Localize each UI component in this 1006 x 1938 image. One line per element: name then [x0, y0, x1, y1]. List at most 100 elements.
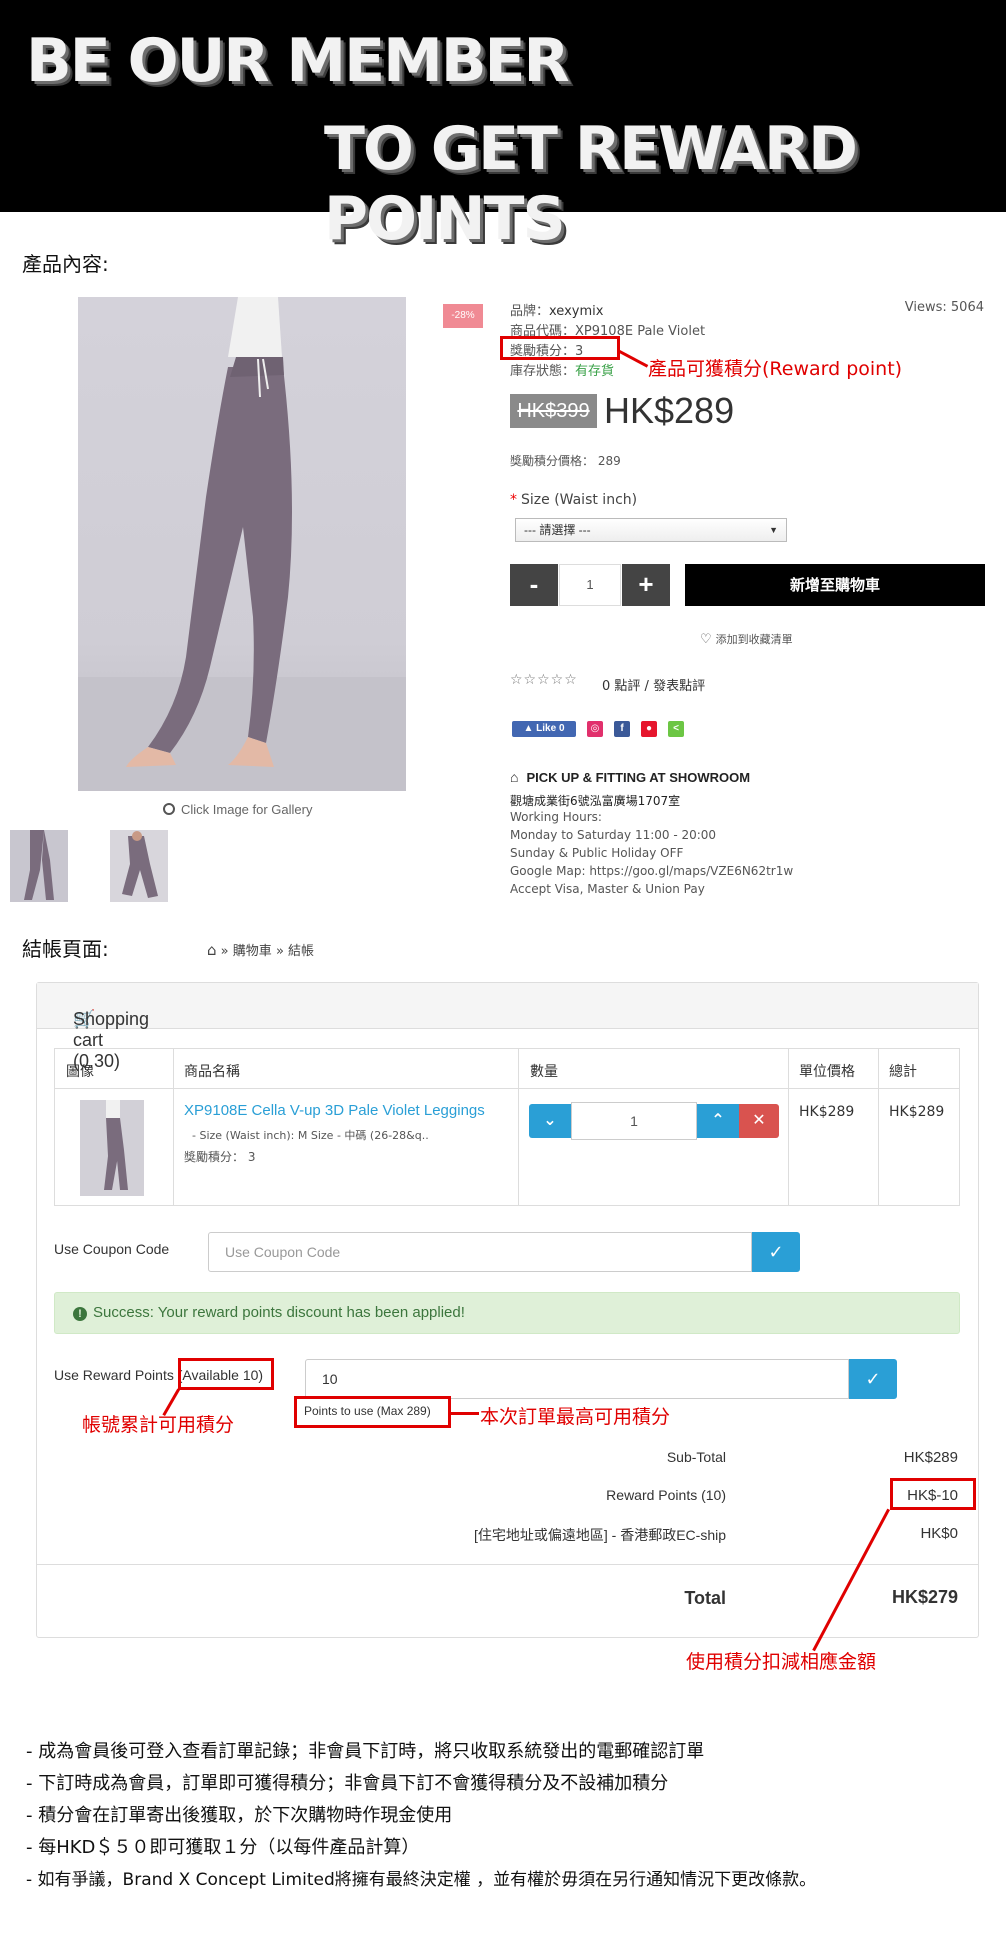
views-count: Views: 5064: [904, 300, 984, 315]
product-main-image[interactable]: [78, 297, 406, 791]
check-icon: ✓: [865, 1369, 881, 1389]
size-select[interactable]: --- 請選擇 --- ▼: [515, 518, 787, 542]
note-line: - 如有爭議，Brand X Concept Limited將擁有最終決定權 ，…: [26, 1870, 817, 1890]
qty-decrease-button[interactable]: ⌄: [529, 1104, 571, 1138]
reward-arrow: [618, 350, 649, 368]
exclamation-icon: !: [73, 1307, 87, 1321]
gallery-hint[interactable]: Click Image for Gallery: [163, 802, 312, 817]
holiday-hours: Sunday & Public Holiday OFF: [510, 846, 684, 860]
coupon-label: Use Coupon Code: [54, 1241, 170, 1257]
header-image: 圖像: [66, 1064, 94, 1080]
deduct-annotation: 使用積分扣減相應金額: [686, 1651, 877, 1673]
facebook-icon[interactable]: f: [614, 721, 630, 737]
qty-plus-button[interactable]: +: [622, 564, 670, 606]
reward-highlight-box: [500, 336, 620, 360]
note-line: - 積分會在訂單寄出後獲取，於下次購物時作現金使用: [26, 1805, 453, 1826]
qty-increase-button[interactable]: ⌃: [697, 1104, 739, 1138]
cart-item-name[interactable]: XP9108E Cella V-up 3D Pale Violet Leggin…: [184, 1102, 485, 1119]
reward-points-input[interactable]: 10: [305, 1359, 849, 1399]
close-icon: ✕: [752, 1112, 766, 1129]
check-icon: ✓: [768, 1242, 784, 1262]
weibo-icon[interactable]: ●: [641, 721, 657, 737]
product-thumbnail-1[interactable]: [10, 830, 68, 902]
showroom-address: 觀塘成業街6號泓富廣場1707室: [510, 794, 681, 808]
totals-divider: [37, 1564, 978, 1565]
qty-minus-button[interactable]: -: [510, 564, 558, 606]
column-divider: [878, 1048, 879, 1206]
note-line: - 成為會員後可登入查看訂單記錄；非會員下訂時，將只收取系統發出的電郵確認訂單: [26, 1741, 705, 1762]
column-divider: [788, 1048, 789, 1206]
max-arrow: [451, 1412, 479, 1415]
shipping-label: [住宅地址或偏遠地區] - 香港郵政EC-ship: [473, 1527, 726, 1543]
available-highlight-box: [178, 1358, 274, 1390]
available-annotation: 帳號累計可用積分: [82, 1414, 235, 1436]
grand-total-value: HK$279: [891, 1587, 958, 1607]
original-price: HK$399: [510, 394, 597, 428]
banner-line-2: TO GET REWARD POINTS: [324, 114, 858, 254]
thumbs-up-icon: ▲: [523, 723, 537, 734]
remove-item-button[interactable]: ✕: [739, 1104, 779, 1138]
subtotal-label: Sub-Total: [666, 1449, 726, 1465]
points-help-text: Points to use (Max 289): [304, 1404, 431, 1418]
banner-line-1: BE OUR MEMBER: [26, 26, 570, 96]
zoom-icon: [163, 803, 175, 815]
apply-coupon-button[interactable]: ✓: [752, 1232, 800, 1272]
cart-item-reward: 獎勵積分： 3: [184, 1150, 256, 1164]
product-section-label: 產品內容:: [22, 252, 109, 276]
product-thumbnail-2[interactable]: [110, 830, 168, 902]
max-use-annotation: 本次訂單最高可用積分: [480, 1406, 671, 1428]
header-total: 總計: [889, 1064, 917, 1080]
note-line: - 每HKD＄５０即可獲取１分（以每件產品計算）: [26, 1837, 420, 1858]
reward-price: 獎勵積分價格： 289: [510, 454, 621, 468]
deduct-highlight-box: [890, 1478, 976, 1510]
instagram-icon[interactable]: ◎: [587, 721, 603, 737]
cart-item-option: - Size (Waist inch): M Size - 中碼 (26-28&…: [192, 1129, 429, 1142]
wishlist-link[interactable]: ♡ 添加到收藏清單: [700, 631, 793, 647]
reward-point-annotation: 產品可獲積分(Reward point): [648, 358, 903, 380]
cart-item-thumbnail[interactable]: [80, 1100, 144, 1196]
size-label: * Size (Waist inch): [510, 492, 638, 508]
rating-stars: ☆☆☆☆☆: [510, 672, 578, 688]
success-alert: ! Success: Your reward points discount ha…: [54, 1292, 960, 1334]
qty-input[interactable]: 1: [559, 564, 621, 606]
home-icon[interactable]: ⌂: [207, 941, 217, 959]
sale-price: HK$289: [604, 390, 735, 431]
table-header-divider: [54, 1088, 960, 1089]
member-banner: BE OUR MEMBER TO GET REWARD POINTS: [0, 0, 1006, 254]
share-icon[interactable]: <: [668, 721, 684, 737]
showroom-title: ⌂ PICK UP & FITTING AT SHOWROOM: [510, 769, 751, 785]
column-divider: [173, 1048, 174, 1206]
google-map-link[interactable]: Google Map: https://goo.gl/maps/VZE6N62t…: [510, 864, 793, 878]
apply-reward-button[interactable]: ✓: [849, 1359, 897, 1399]
brand-row: 品牌：xexymix: [510, 304, 604, 319]
header-unit-price: 單位價格: [799, 1064, 855, 1080]
chevron-down-icon: ⌄: [543, 1112, 557, 1129]
chevron-down-icon: ▼: [769, 525, 778, 535]
reward-points-total-label: Reward Points (10): [606, 1487, 726, 1503]
heart-icon: ♡: [700, 632, 712, 647]
breadcrumb-cart[interactable]: 購物車: [233, 944, 272, 959]
header-qty: 數量: [530, 1064, 558, 1080]
home-icon: ⌂: [510, 769, 519, 785]
coupon-input[interactable]: Use Coupon Code: [208, 1232, 752, 1272]
checkout-section-label: 結帳頁面:: [22, 937, 109, 961]
weekday-hours: Monday to Saturday 11:00 - 20:00: [510, 828, 717, 842]
working-hours-label: Working Hours:: [510, 810, 602, 824]
panel-header: 🛒 Shopping cart (0.30): [37, 983, 978, 1071]
breadcrumb-checkout[interactable]: 結帳: [288, 944, 314, 959]
discount-badge: -28%: [443, 304, 483, 328]
column-divider: [518, 1048, 519, 1206]
breadcrumb: ⌂ » 購物車 » 結帳: [207, 941, 315, 959]
grand-total-label: Total: [684, 1588, 726, 1608]
facebook-like-button[interactable]: ▲ Like 0: [512, 721, 576, 737]
shipping-value: HK$0: [920, 1525, 958, 1542]
cart-qty-input[interactable]: 1: [571, 1102, 697, 1140]
payment-methods: Accept Visa, Master & Union Pay: [510, 882, 705, 896]
note-line: - 下訂時成為會員，訂單即可獲得積分；非會員下訂不會獲得積分及不設補加積分: [26, 1773, 669, 1794]
review-links[interactable]: 0 點評 / 發表點評: [602, 675, 705, 694]
stock-row: 庫存狀態：有存貨: [510, 364, 615, 379]
cart-item-total: HK$289: [889, 1104, 945, 1120]
add-to-cart-button[interactable]: 新增至購物車: [685, 564, 985, 606]
subtotal-value: HK$289: [903, 1449, 958, 1466]
terms-notes: - 成為會員後可登入查看訂單記錄；非會員下訂時，將只收取系統發出的電郵確認訂單 …: [26, 1736, 816, 1896]
